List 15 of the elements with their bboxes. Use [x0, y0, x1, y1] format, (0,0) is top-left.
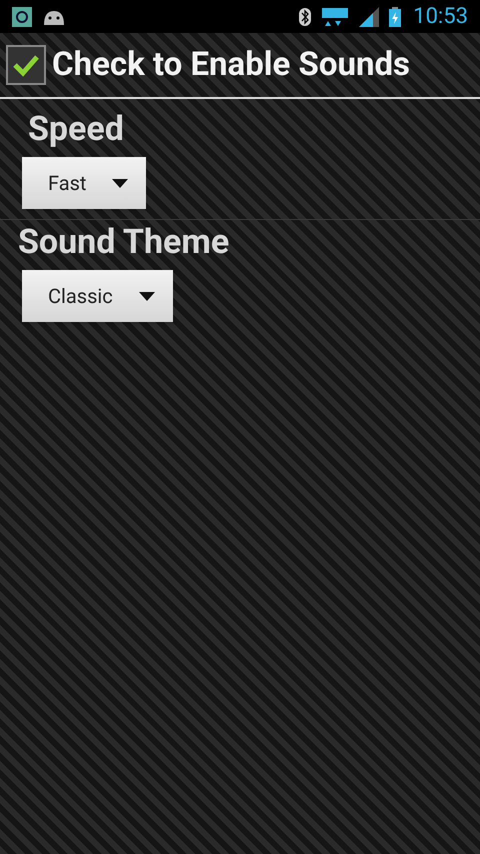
dropdown[interactable]: Classic — [22, 270, 173, 322]
checkbox-label: Check to Enable Sounds — [52, 44, 410, 86]
clock: 10:53 — [413, 3, 468, 31]
enable-sounds-checkbox-row[interactable]: Check to Enable Sounds — [0, 33, 480, 99]
robot-icon — [42, 8, 66, 24]
setting-label: Sound Theme — [18, 221, 230, 264]
caret-icon — [112, 178, 128, 188]
setting-label: Speed — [28, 108, 124, 151]
check-icon — [12, 53, 40, 77]
caret-icon — [138, 292, 155, 300]
checkbox[interactable] — [6, 45, 46, 85]
signal-icon — [359, 6, 380, 26]
dropdown[interactable]: Fast — [22, 157, 146, 209]
battery-icon — [389, 6, 402, 26]
bluetooth-icon — [299, 8, 312, 26]
